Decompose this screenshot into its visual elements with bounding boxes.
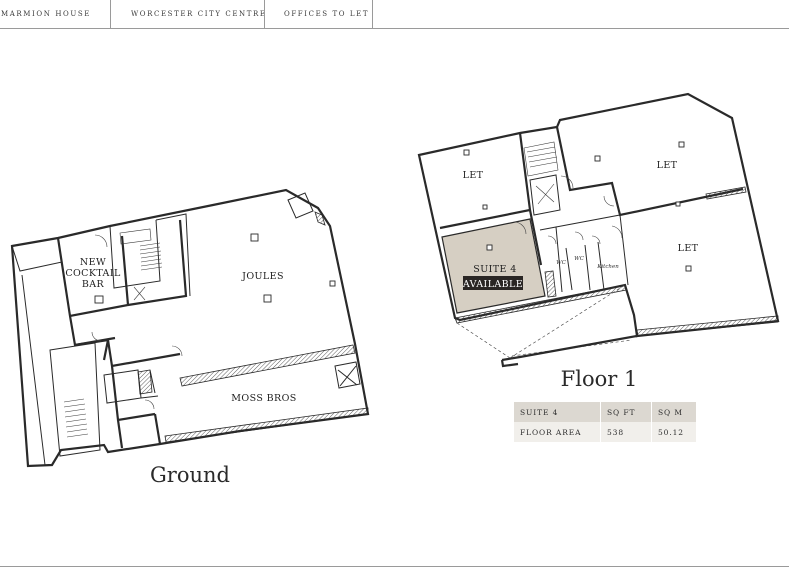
ground-bar-walls	[56, 219, 188, 347]
ground-outer-wall	[10, 188, 370, 468]
ground-dividing-wall	[179, 344, 356, 387]
pillar	[94, 295, 104, 304]
ground-left-service	[49, 342, 101, 457]
pillar	[685, 265, 692, 272]
pillar	[678, 141, 685, 148]
ground-floor-plan: NEW COCKTAIL BAR JOULES MOSS BROS Ground	[10, 188, 370, 487]
area-table-header-suite: SUITE 4	[520, 407, 559, 417]
ground-wall-joules-east	[314, 211, 326, 226]
floor-1-title: Floor 1	[561, 367, 638, 391]
ground-rear-wall	[164, 407, 369, 443]
table-row: FLOOR AREA 538 50.12	[514, 422, 696, 442]
area-table: SUITE 4 SQ FT SQ M FLOOR AREA 538 50.12	[514, 402, 696, 442]
area-table-cell-label: FLOOR AREA	[520, 427, 582, 437]
wc-label-1: WC	[556, 260, 567, 266]
floor1-let-label-2: LET	[657, 160, 678, 171]
floor-1-plan: LET LET LET SUITE 4 AVAILABLE WC WC Kitc…	[417, 92, 780, 391]
suite-4-label: SUITE 4	[473, 264, 516, 275]
pillar	[594, 155, 601, 162]
pillar	[675, 201, 681, 207]
wc-label-2: WC	[574, 256, 585, 262]
ground-left-stairs	[63, 398, 89, 438]
area-table-cell-sqm: 50.12	[651, 422, 696, 442]
cocktail-bar-label-3: BAR	[82, 279, 105, 290]
suite-4-lift	[544, 270, 557, 298]
available-badge-label: AVAILABLE	[462, 279, 523, 290]
floor1-lower-extension-wall	[500, 334, 638, 368]
pillar	[263, 294, 272, 303]
pillar	[463, 149, 470, 156]
cocktail-bar-label-2: COCKTAIL	[65, 268, 121, 279]
bottom-rule	[0, 566, 789, 567]
ground-back-of-house	[74, 338, 181, 449]
ground-stair-core	[109, 213, 191, 297]
area-table-header-sqm: SQ M	[651, 402, 696, 422]
floor1-let-label-3: LET	[678, 243, 699, 254]
pillar	[482, 204, 488, 210]
cocktail-bar-label-1: NEW	[80, 257, 106, 268]
pillar	[486, 244, 493, 251]
moss-bros-label: MOSS BROS	[231, 393, 296, 404]
kitchen-label: Kitchen	[596, 264, 619, 270]
pillar	[329, 280, 336, 287]
area-table-header-sqft: SQ FT	[600, 402, 652, 422]
ground-stairs	[119, 228, 163, 271]
joules-label: JOULES	[241, 271, 284, 282]
ground-corner-bay	[287, 192, 314, 219]
ground-entrance-feature	[334, 361, 361, 389]
ground-lift-shaft	[137, 369, 153, 395]
pillar	[250, 233, 259, 242]
floor-plans: NEW COCKTAIL BAR JOULES MOSS BROS Ground	[10, 92, 780, 487]
floor1-hatch-wall-east	[636, 315, 779, 337]
floor1-let-label-1: LET	[463, 170, 484, 181]
area-table-header: SUITE 4 SQ FT SQ M	[514, 402, 696, 422]
area-table-cell-sqft: 538	[600, 422, 652, 442]
ground-title: Ground	[150, 463, 230, 487]
